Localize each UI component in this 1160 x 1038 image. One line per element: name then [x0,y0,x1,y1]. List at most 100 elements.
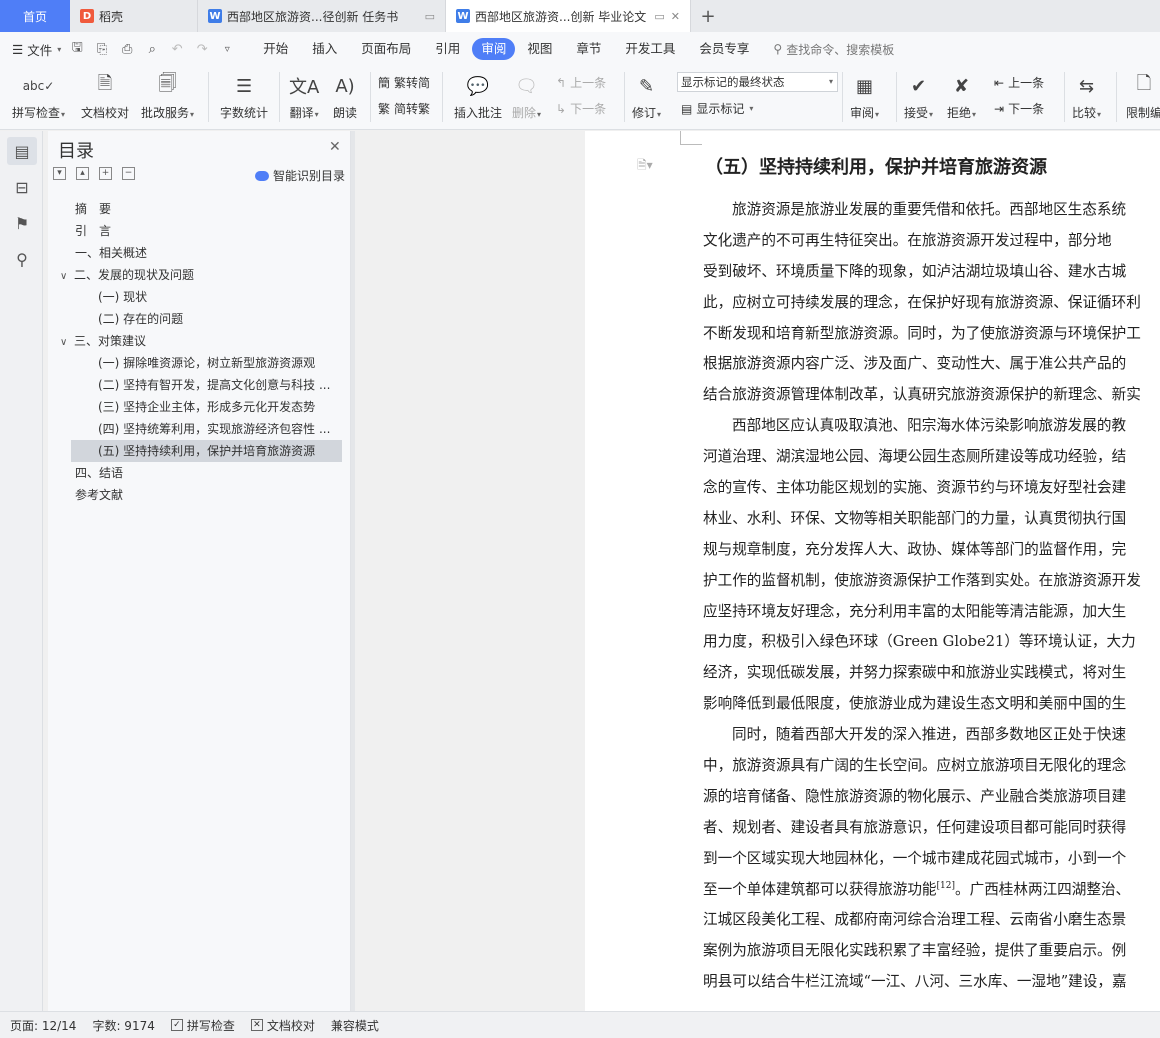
tab-close-icon[interactable]: ✕ [671,10,680,23]
toc-item[interactable]: 一、相关概述 [48,242,351,264]
tab-monitor-icon[interactable]: ▭ [654,10,664,23]
toc-toolbar: ▾ ▴ + − [53,167,135,180]
file-menu-button[interactable]: ☰ 文件 ▾ [12,40,61,59]
tab-home[interactable]: 首页 [0,0,70,32]
toc-item[interactable]: (一) 现状 [48,286,351,308]
export-icon[interactable]: ⎘ [94,42,110,57]
toc-item[interactable]: 参考文献 [48,484,351,506]
page-indicator[interactable]: 页面: 12/14 [10,1017,76,1034]
nav-icon-strip: ▤ ⊟ ⚑ ⚲ [0,131,43,1011]
expand-all-icon[interactable]: + [99,167,112,180]
doc-proofread-status[interactable]: ✕ 文档校对 [250,1017,315,1034]
document-text: 念的宣传、主体功能区规划的实施、资源节约与环境友好型社会建 [703,479,1127,497]
chevron-down-icon: ▾ [537,110,542,119]
document-text-line: 此，应树立可持续发展的理念，在保护好现有旅游资源、保证循环利 [703,288,1160,319]
collapse-all-icon[interactable]: − [122,167,135,180]
prev-comment-button[interactable]: ↰ 上一条 [556,74,606,91]
tab-document-task[interactable]: W 西部地区旅游资...径创新 任务书 ▭ [198,0,446,32]
restrict-edit-button[interactable]: 🗋 限制编 [1126,72,1160,121]
toc-item[interactable]: 四、结语 [48,462,351,484]
chevron-down-icon: ▾ [972,110,977,119]
show-markup-button[interactable]: ▤ 显示标记 ▾ [681,100,753,117]
command-search[interactable]: ⚲ 查找命令、搜索模板 [773,41,894,58]
revise-service-button[interactable]: 🗐 批改服务▾ [141,72,194,121]
chevron-down-icon[interactable]: ∨ [60,266,74,286]
toc-item[interactable]: 摘 要 [48,198,351,220]
compare-button[interactable]: ⇆ 比较▾ [1072,72,1101,121]
chevron-down-icon[interactable]: ∨ [60,332,74,352]
toc-item[interactable]: (五) 坚持持续利用，保护并培育旅游资源 [71,440,342,462]
customize-icon[interactable]: ▿ [219,44,235,55]
spell-check-status[interactable]: ✓ 拼写检查 [170,1017,235,1034]
insert-comment-button[interactable]: 💬 插入批注 [454,72,502,121]
document-text-line: 应坚持环境友好理念，充分利用丰富的太阳能等清洁能源，加大生 [703,597,1160,628]
collapse-level-icon[interactable]: ▴ [76,167,89,180]
word-count-indicator[interactable]: 字数: 9174 [92,1017,154,1034]
review-pane-button[interactable]: ▦ 审阅▾ [850,72,879,121]
search-icon[interactable]: ⚲ [7,245,37,273]
review-pane-label: 审阅 [850,106,875,120]
menu-chapter[interactable]: 章节 [564,38,613,60]
ribbon-divider [842,72,843,122]
chapter-nav-icon[interactable]: ⊟ [7,173,37,201]
menu-member[interactable]: 会员专享 [687,38,761,60]
print-icon[interactable]: ⎙ [119,42,135,57]
toc-item[interactable]: ∨ 三、对策建议 [48,330,351,352]
bookmark-icon[interactable]: ⚑ [7,209,37,237]
menu-page-layout[interactable]: 页面布局 [349,38,423,60]
citation-ref[interactable]: [12] [937,881,955,891]
tab-daoke[interactable]: D 稻壳 [70,0,198,32]
next-change-button[interactable]: ⇥ 下一条 [994,100,1044,117]
save-icon[interactable]: 🖫 [69,38,85,60]
toc-pane-icon[interactable]: ▤ [7,137,37,165]
prev-change-button[interactable]: ⇤ 上一条 [994,74,1044,91]
translate-button[interactable]: 文A 翻译▾ [289,72,319,121]
expand-level-icon[interactable]: ▾ [53,167,66,180]
new-tab-button[interactable]: + [691,0,725,32]
track-changes-button[interactable]: ✎ 修订▾ [632,72,661,121]
menu-references[interactable]: 引用 [423,38,472,60]
reject-label: 拒绝 [947,106,972,120]
smart-toc-button[interactable]: 智能识别目录 [255,167,345,184]
menu-insert[interactable]: 插入 [300,38,349,60]
document-text: 用力度，积极引入绿色环球（Green Globe21）等环境认证，大力 [703,633,1136,651]
comment-add-icon: 💬 [466,75,490,97]
menu-dev-tools[interactable]: 开发工具 [613,38,687,60]
document-text: 西部地区应认真吸取滇池、阳宗海水体污染影响旅游发展的教 [732,417,1127,435]
tab-monitor-icon[interactable]: ▭ [425,10,435,23]
menu-bar: ☰ 文件 ▾ 🖫 ⎘ ⎙ ⌕ ↶ ↷ ▿ 开始 插入 页面布局 引用 审阅 视图… [0,32,1160,66]
document-text: 护工作的监督机制，使旅游资源保护工作落到实处。在旅游资源开发 [703,571,1141,589]
toc-item-label: (二) 存在的问题 [98,312,184,326]
chevron-down-icon: ▾ [657,110,662,119]
doc-proofread-button[interactable]: 🗎 文档校对 [81,72,129,121]
close-icon[interactable]: ✕ [329,139,341,155]
menu-start[interactable]: 开始 [251,38,300,60]
document-text-line: 念的宣传、主体功能区规划的实施、资源节约与环境友好型社会建 [703,473,1160,504]
toc-item[interactable]: (三) 坚持企业主体，形成多元化开发态势 [48,396,351,418]
document-page[interactable]: 🗎▾ （五）坚持持续利用，保护并培育旅游资源 旅游资源是旅游业发展的重要凭借和依… [585,131,1160,1011]
undo-icon[interactable]: ↶ [169,42,185,57]
print-preview-icon[interactable]: ⌕ [144,42,160,57]
simp-to-trad-button[interactable]: 繁 简转繁 [378,100,430,117]
markup-display-select[interactable]: 显示标记的最终状态 ▾ [677,72,838,92]
word-count-button[interactable]: ☰ 字数统计 [220,72,268,121]
trad-to-simp-button[interactable]: 簡 繁转简 [378,74,430,91]
toc-item[interactable]: (四) 坚持统筹利用，实现旅游经济包容性 ... [48,418,351,440]
accept-button[interactable]: ✔ 接受▾ [904,72,933,121]
menu-review[interactable]: 审阅 [472,38,516,60]
toc-item[interactable]: (二) 坚持有智开发，提高文化创意与科技 ... [48,374,351,396]
redo-icon[interactable]: ↷ [194,42,210,57]
reject-button[interactable]: ✘ 拒绝▾ [947,72,976,121]
ribbon-divider [208,72,209,122]
read-aloud-button[interactable]: A) 朗读 [333,72,357,121]
menu-view[interactable]: 视图 [515,38,564,60]
next-comment-button[interactable]: ↳ 下一条 [556,100,606,117]
toc-item[interactable]: (二) 存在的问题 [48,308,351,330]
toc-item[interactable]: ∨ 二、发展的现状及问题 [48,264,351,286]
spell-check-button[interactable]: abc✓ 拼写检查▾ [12,72,65,121]
delete-comment-button[interactable]: 🗨 删除▾ [512,72,541,121]
toc-item[interactable]: (一) 摒除唯资源论，树立新型旅游资源观 [48,352,351,374]
paragraph-menu-icon[interactable]: 🗎▾ [637,156,653,177]
tab-document-thesis[interactable]: W 西部地区旅游资...创新 毕业论文 ▭ ✕ [446,0,691,32]
toc-item[interactable]: 引 言 [48,220,351,242]
